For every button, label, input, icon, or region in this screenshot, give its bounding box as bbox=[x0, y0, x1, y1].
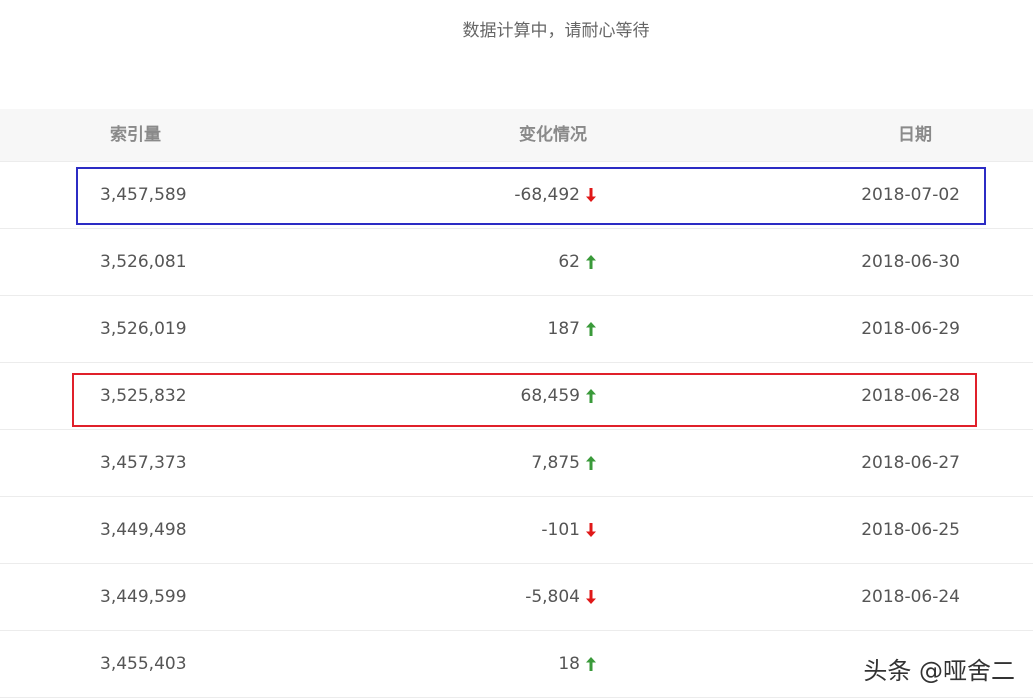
header-index: 索引量 bbox=[110, 125, 161, 145]
date-value: 2018-06-28 bbox=[861, 386, 960, 406]
index-value: 3,457,589 bbox=[100, 185, 187, 205]
date-value: 2018-07-02 bbox=[861, 185, 960, 205]
index-value: 3,526,081 bbox=[100, 252, 187, 272]
date-value: 2018-06-27 bbox=[861, 453, 960, 473]
date-value: 2018-06-29 bbox=[861, 319, 960, 339]
table-row: 3,457,589 -68,492 2018-07-02 bbox=[0, 162, 1033, 229]
index-value: 3,449,599 bbox=[100, 587, 187, 607]
index-table: 索引量 变化情况 日期 3,457,589 -68,492 2018-07-02… bbox=[0, 109, 1033, 698]
change-value: 62 bbox=[558, 252, 580, 272]
arrow-up-icon bbox=[585, 254, 597, 270]
table-row: 3,526,081 62 2018-06-30 bbox=[0, 229, 1033, 296]
arrow-up-icon bbox=[585, 455, 597, 471]
change-cell: -68,492 bbox=[514, 162, 597, 228]
arrow-down-icon bbox=[585, 187, 597, 203]
change-cell: 18 bbox=[558, 631, 597, 697]
change-cell: 7,875 bbox=[531, 430, 597, 496]
change-cell: -5,804 bbox=[525, 564, 597, 630]
arrow-down-icon bbox=[585, 522, 597, 538]
change-value: -101 bbox=[541, 520, 580, 540]
change-value: -68,492 bbox=[514, 185, 580, 205]
change-cell: -101 bbox=[541, 497, 597, 563]
date-value: 2018-06-25 bbox=[861, 520, 960, 540]
change-value: 68,459 bbox=[520, 386, 580, 406]
change-cell: 68,459 bbox=[521, 363, 597, 429]
index-value: 3,449,498 bbox=[100, 520, 187, 540]
table-row: 3,526,019 187 2018-06-29 bbox=[0, 296, 1033, 363]
change-cell: 62 bbox=[558, 229, 597, 295]
arrow-up-icon bbox=[585, 656, 597, 672]
index-value: 3,525,832 bbox=[100, 386, 187, 406]
table-row: 3,449,498 -101 2018-06-25 bbox=[0, 497, 1033, 564]
date-value: 2018-06-24 bbox=[861, 587, 960, 607]
index-value: 3,526,019 bbox=[100, 319, 187, 339]
loading-status-text: 数据计算中，请耐心等待 bbox=[462, 21, 650, 41]
table-header: 索引量 变化情况 日期 bbox=[0, 109, 1033, 162]
table-row: 3,525,832 68,459 2018-06-28 bbox=[0, 363, 1033, 430]
table-row: 3,457,373 7,875 2018-06-27 bbox=[0, 430, 1033, 497]
index-value: 3,455,403 bbox=[100, 654, 187, 674]
change-cell: 187 bbox=[548, 296, 597, 362]
arrow-down-icon bbox=[585, 589, 597, 605]
arrow-up-icon bbox=[585, 388, 597, 404]
watermark-text: 头条 @哑舍二 bbox=[863, 657, 1015, 685]
change-value: -5,804 bbox=[525, 587, 580, 607]
arrow-up-icon bbox=[585, 321, 597, 337]
change-value: 187 bbox=[547, 319, 580, 339]
header-change: 变化情况 bbox=[519, 125, 587, 145]
header-date: 日期 bbox=[898, 125, 932, 145]
change-value: 7,875 bbox=[531, 453, 580, 473]
index-value: 3,457,373 bbox=[100, 453, 187, 473]
date-value: 2018-06-30 bbox=[861, 252, 960, 272]
table-row: 3,449,599 -5,804 2018-06-24 bbox=[0, 564, 1033, 631]
change-value: 18 bbox=[558, 654, 580, 674]
